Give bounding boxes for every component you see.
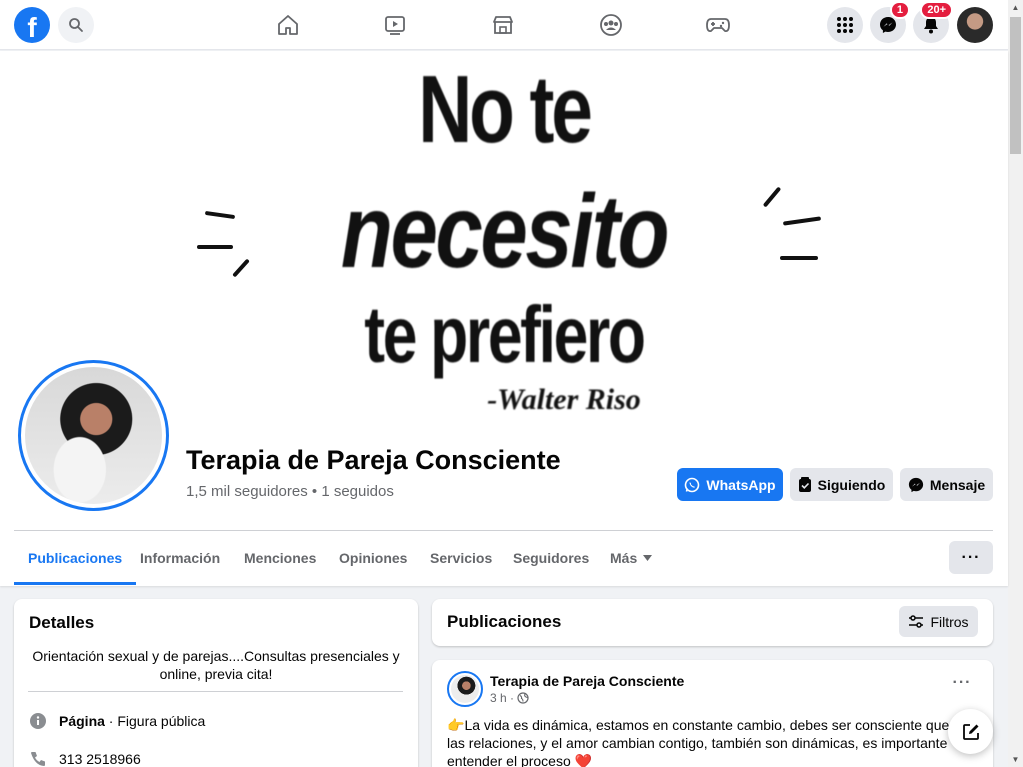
cover-decoration: [197, 245, 233, 249]
category-text: Página · Figura pública: [59, 713, 206, 729]
cover-text-line-4: -Walter Riso: [487, 383, 641, 416]
post-card: Terapia de Pareja Consciente 3 h · ··· 👉…: [432, 660, 993, 767]
profile-photo: [25, 367, 162, 504]
cover-decoration: [780, 256, 818, 260]
profile-header: No te necesito te prefiero -Walter Riso …: [0, 51, 1008, 586]
post-timestamp[interactable]: 3 h ·: [490, 691, 514, 705]
phone-number[interactable]: 313 2518966: [59, 751, 141, 767]
cover-decoration: [782, 216, 822, 226]
post-author-name[interactable]: Terapia de Pareja Consciente: [490, 673, 684, 689]
more-options-button[interactable]: ···: [949, 541, 993, 574]
category-row: Página · Figura pública: [29, 712, 205, 730]
groups-icon: [600, 14, 622, 36]
info-icon: [29, 712, 47, 730]
nav-gaming[interactable]: [701, 8, 735, 42]
message-button-label: Mensaje: [929, 476, 986, 493]
messenger-icon: [880, 17, 896, 33]
nav-home[interactable]: [271, 8, 305, 42]
messenger-unread-badge: 1: [889, 1, 910, 19]
tab-publicaciones[interactable]: Publicaciones: [14, 531, 137, 585]
cover-decoration: [204, 210, 236, 220]
following-button[interactable]: Siguiendo: [790, 468, 893, 501]
whatsapp-button-label: WhatsApp: [706, 476, 776, 493]
notifications-button[interactable]: 20+: [913, 1, 953, 43]
post-text: La vida es dinámica, estamos en constant…: [447, 717, 950, 767]
filter-sliders-icon: [909, 614, 924, 628]
details-divider: [28, 691, 403, 692]
home-icon: [278, 15, 298, 35]
nav-marketplace[interactable]: [486, 8, 520, 42]
notifications-badge: 20+: [920, 1, 953, 19]
posts-header-card: Publicaciones Filtros: [432, 599, 993, 646]
filters-button-label: Filtros: [930, 613, 969, 630]
messenger-icon: [908, 477, 923, 492]
menu-button[interactable]: [827, 7, 863, 43]
following-button-label: Siguiendo: [817, 476, 886, 493]
page-scrollbar[interactable]: ▲ ▼: [1008, 0, 1023, 767]
search-button[interactable]: [58, 7, 94, 43]
post-body: 👉La vida es dinámica, estamos en constan…: [447, 716, 959, 767]
following-check-icon: [798, 476, 811, 492]
profile-tabs: Publicaciones Información Menciones Opin…: [14, 531, 993, 585]
tab-menciones[interactable]: Menciones: [244, 531, 316, 585]
page-title: Terapia de Pareja Consciente: [186, 445, 561, 475]
tab-informacion[interactable]: Información: [140, 531, 220, 585]
nav-watch[interactable]: [378, 8, 412, 42]
tab-seguidores[interactable]: Seguidores: [513, 531, 589, 585]
scrollbar-thumb[interactable]: [1010, 17, 1021, 154]
tab-opiniones[interactable]: Opiniones: [339, 531, 407, 585]
post-author-avatar[interactable]: [447, 671, 483, 707]
details-card: Detalles Orientación sexual y de parejas…: [14, 599, 418, 767]
tab-servicios[interactable]: Servicios: [430, 531, 492, 585]
account-avatar[interactable]: [957, 7, 993, 43]
new-message-button[interactable]: [948, 709, 993, 754]
top-navigation-bar: f 1 20+: [0, 0, 1008, 50]
message-button[interactable]: Mensaje: [900, 468, 993, 501]
globe-icon: [517, 692, 529, 704]
messenger-button[interactable]: 1: [870, 1, 910, 43]
post-options-button[interactable]: ···: [946, 674, 978, 698]
search-icon: [69, 18, 83, 32]
nav-groups[interactable]: [594, 8, 628, 42]
post-meta: 3 h ·: [490, 691, 529, 705]
cover-text-line-2: necesito: [340, 174, 670, 290]
grid-menu-icon: [837, 17, 853, 33]
tab-mas[interactable]: Más: [610, 531, 653, 585]
caret-down-icon: [643, 555, 653, 561]
avatar: [451, 675, 479, 703]
video-icon: [385, 16, 405, 35]
follower-stats[interactable]: 1,5 mil seguidores • 1 seguidos: [186, 483, 394, 500]
details-title: Detalles: [29, 613, 95, 632]
scroll-down-arrow-icon[interactable]: ▼: [1008, 752, 1023, 767]
cover-photo[interactable]: No te necesito te prefiero -Walter Riso: [175, 51, 833, 431]
phone-row: 313 2518966: [29, 750, 141, 767]
posts-title: Publicaciones: [447, 612, 562, 631]
phone-icon: [29, 750, 47, 767]
whatsapp-icon: [685, 477, 700, 492]
filters-button[interactable]: Filtros: [899, 606, 978, 637]
profile-picture[interactable]: [18, 360, 169, 511]
marketplace-icon: [493, 16, 513, 34]
cover-text-line-3: te prefiero: [364, 290, 646, 379]
heart-emoji-icon: ❤️: [574, 753, 593, 767]
cover-text-line-1: No te: [418, 56, 593, 163]
pointing-hand-emoji-icon: 👉: [447, 717, 465, 733]
scroll-up-arrow-icon[interactable]: ▲: [1008, 0, 1023, 15]
page-bio: Orientación sexual y de parejas....Consu…: [32, 648, 400, 682]
compose-edit-icon: [962, 723, 979, 740]
facebook-logo-icon[interactable]: f: [14, 7, 50, 43]
gamepad-icon: [706, 18, 730, 33]
whatsapp-button[interactable]: WhatsApp: [677, 468, 783, 501]
